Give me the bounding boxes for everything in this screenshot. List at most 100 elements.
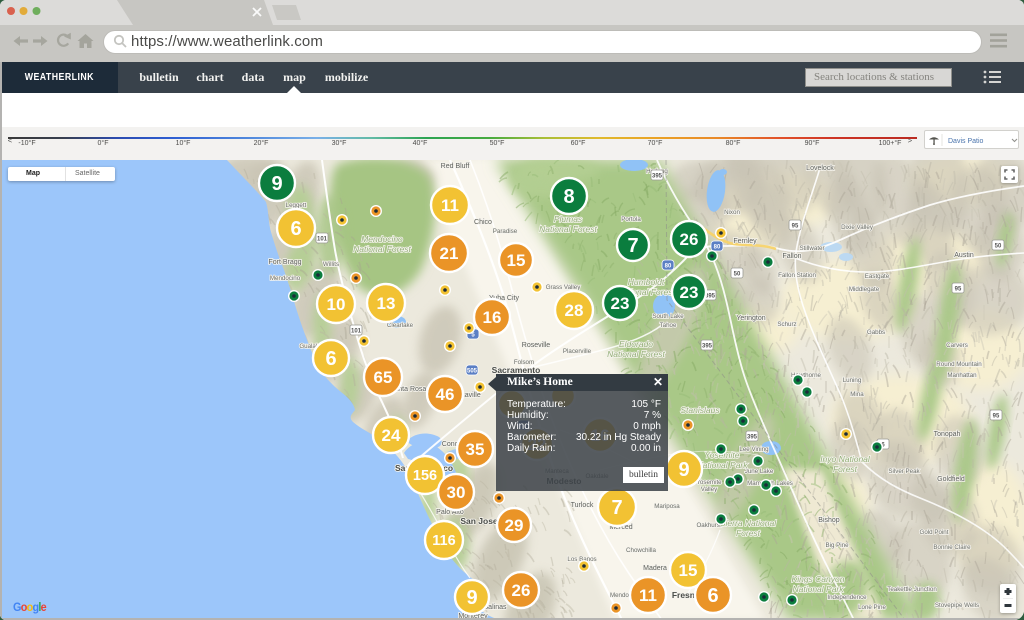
svg-text:Bonnie Claire: Bonnie Claire bbox=[933, 544, 971, 551]
svg-text:National Forest: National Forest bbox=[607, 349, 665, 359]
svg-text:35: 35 bbox=[466, 440, 485, 459]
svg-text:156: 156 bbox=[413, 468, 437, 484]
svg-text:95: 95 bbox=[792, 224, 799, 230]
svg-text:Yosemite: Yosemite bbox=[696, 479, 722, 486]
svg-text:Lovelock: Lovelock bbox=[806, 165, 834, 172]
svg-text:Fallon Station: Fallon Station bbox=[778, 272, 816, 279]
svg-text:95: 95 bbox=[955, 287, 962, 293]
svg-text:Forest: Forest bbox=[833, 464, 858, 474]
svg-text:Mendocino: Mendocino bbox=[270, 275, 301, 282]
svg-text:Tonopah: Tonopah bbox=[934, 431, 961, 438]
svg-text:28: 28 bbox=[565, 301, 584, 320]
svg-text:7: 7 bbox=[627, 235, 638, 257]
svg-text:Middlegate: Middlegate bbox=[849, 286, 880, 293]
svg-text:29: 29 bbox=[505, 516, 524, 535]
svg-text:Chowchilla: Chowchilla bbox=[626, 547, 656, 554]
svg-text:9: 9 bbox=[271, 173, 282, 195]
svg-text:Turlock: Turlock bbox=[571, 502, 594, 509]
svg-text:6: 6 bbox=[290, 218, 301, 240]
svg-text:Manhattan: Manhattan bbox=[947, 372, 977, 379]
svg-text:National Park: National Park bbox=[792, 584, 844, 594]
svg-text:46: 46 bbox=[436, 385, 455, 404]
svg-text:Fernley: Fernley bbox=[733, 238, 757, 245]
svg-text:Round Mountain: Round Mountain bbox=[936, 361, 982, 368]
svg-text:11: 11 bbox=[639, 586, 657, 605]
svg-text:50: 50 bbox=[734, 272, 741, 278]
svg-text:Dixie Valley: Dixie Valley bbox=[841, 224, 874, 231]
svg-text:Kings Canyon: Kings Canyon bbox=[792, 574, 845, 584]
svg-text:Paradise: Paradise bbox=[493, 228, 518, 235]
svg-text:Stillwater: Stillwater bbox=[799, 245, 824, 252]
svg-text:80: 80 bbox=[665, 264, 672, 270]
svg-text:Mariposa: Mariposa bbox=[654, 503, 680, 510]
svg-text:11: 11 bbox=[441, 196, 459, 215]
svg-text:Mendocino: Mendocino bbox=[361, 234, 403, 244]
svg-text:Stovepipe Wells: Stovepipe Wells bbox=[935, 602, 979, 609]
svg-text:Independence: Independence bbox=[827, 594, 867, 601]
svg-text:8: 8 bbox=[563, 186, 574, 208]
svg-text:23: 23 bbox=[680, 283, 699, 302]
svg-text:9: 9 bbox=[466, 587, 477, 609]
svg-text:Forest: Forest bbox=[736, 528, 761, 538]
svg-text:15: 15 bbox=[507, 251, 526, 270]
svg-text:65: 65 bbox=[374, 368, 393, 387]
svg-text:95: 95 bbox=[993, 414, 1000, 420]
svg-text:Austin: Austin bbox=[954, 252, 974, 259]
svg-text:16: 16 bbox=[483, 308, 502, 327]
svg-text:National Forest: National Forest bbox=[353, 244, 411, 254]
svg-text:National Forest: National Forest bbox=[539, 224, 597, 234]
svg-text:Schurz: Schurz bbox=[777, 321, 796, 328]
svg-text:Valley: Valley bbox=[701, 486, 718, 493]
svg-text:South Lake: South Lake bbox=[652, 313, 684, 320]
svg-text:Fallon: Fallon bbox=[782, 253, 801, 260]
svg-text:Eastgate: Eastgate bbox=[865, 273, 890, 280]
svg-text:Red Bluff: Red Bluff bbox=[441, 163, 470, 170]
svg-text:395: 395 bbox=[652, 174, 663, 180]
svg-text:Sierra National: Sierra National bbox=[720, 518, 777, 528]
svg-text:23: 23 bbox=[611, 294, 630, 313]
svg-text:Humboldt: Humboldt bbox=[628, 277, 665, 287]
svg-text:Placerville: Placerville bbox=[563, 348, 592, 355]
svg-text:21: 21 bbox=[440, 244, 459, 263]
svg-text:24: 24 bbox=[382, 426, 401, 445]
svg-text:Portola: Portola bbox=[621, 216, 641, 223]
svg-text:Stanislaus: Stanislaus bbox=[680, 405, 720, 415]
svg-text:Clearlake: Clearlake bbox=[387, 322, 414, 329]
svg-text:Goldfield: Goldfield bbox=[937, 476, 965, 483]
svg-text:Silver Peak: Silver Peak bbox=[888, 468, 920, 475]
svg-text:June Lake: June Lake bbox=[745, 468, 774, 475]
svg-text:Gold Point: Gold Point bbox=[920, 529, 949, 536]
svg-text:Tahoe: Tahoe bbox=[660, 322, 677, 329]
svg-text:395: 395 bbox=[747, 435, 758, 441]
svg-text:13: 13 bbox=[377, 294, 396, 313]
svg-text:6: 6 bbox=[325, 348, 336, 370]
svg-text:26: 26 bbox=[680, 230, 699, 249]
svg-text:10: 10 bbox=[327, 295, 346, 314]
svg-text:505: 505 bbox=[467, 369, 478, 375]
svg-text:Roseville: Roseville bbox=[522, 342, 551, 349]
svg-text:National Park: National Park bbox=[696, 460, 748, 470]
svg-text:9: 9 bbox=[678, 459, 689, 481]
svg-text:Lone Pine: Lone Pine bbox=[858, 604, 886, 611]
svg-text:Nixon: Nixon bbox=[724, 209, 740, 216]
svg-text:101: 101 bbox=[351, 329, 362, 335]
svg-text:Fort Bragg: Fort Bragg bbox=[268, 259, 301, 266]
svg-text:Teakettle Junction: Teakettle Junction bbox=[887, 586, 937, 593]
svg-text:Carvers: Carvers bbox=[946, 342, 968, 349]
svg-text:Gabbs: Gabbs bbox=[867, 329, 885, 336]
svg-text:15: 15 bbox=[679, 561, 698, 580]
svg-text:San Jose: San Jose bbox=[460, 516, 498, 526]
svg-text:Bishop: Bishop bbox=[818, 517, 840, 524]
svg-text:Chico: Chico bbox=[474, 219, 492, 226]
svg-text:30: 30 bbox=[447, 483, 466, 502]
svg-text:80: 80 bbox=[714, 245, 721, 251]
svg-text:Inyo National: Inyo National bbox=[820, 454, 871, 464]
svg-text:50: 50 bbox=[995, 244, 1002, 250]
svg-text:Plumas: Plumas bbox=[554, 214, 583, 224]
svg-text:Mina: Mina bbox=[850, 391, 864, 398]
svg-text:Yerington: Yerington bbox=[736, 315, 765, 322]
svg-text:Eldorado: Eldorado bbox=[619, 339, 653, 349]
svg-text:7: 7 bbox=[611, 497, 622, 519]
svg-text:6: 6 bbox=[707, 585, 718, 607]
svg-text:101: 101 bbox=[317, 237, 328, 243]
